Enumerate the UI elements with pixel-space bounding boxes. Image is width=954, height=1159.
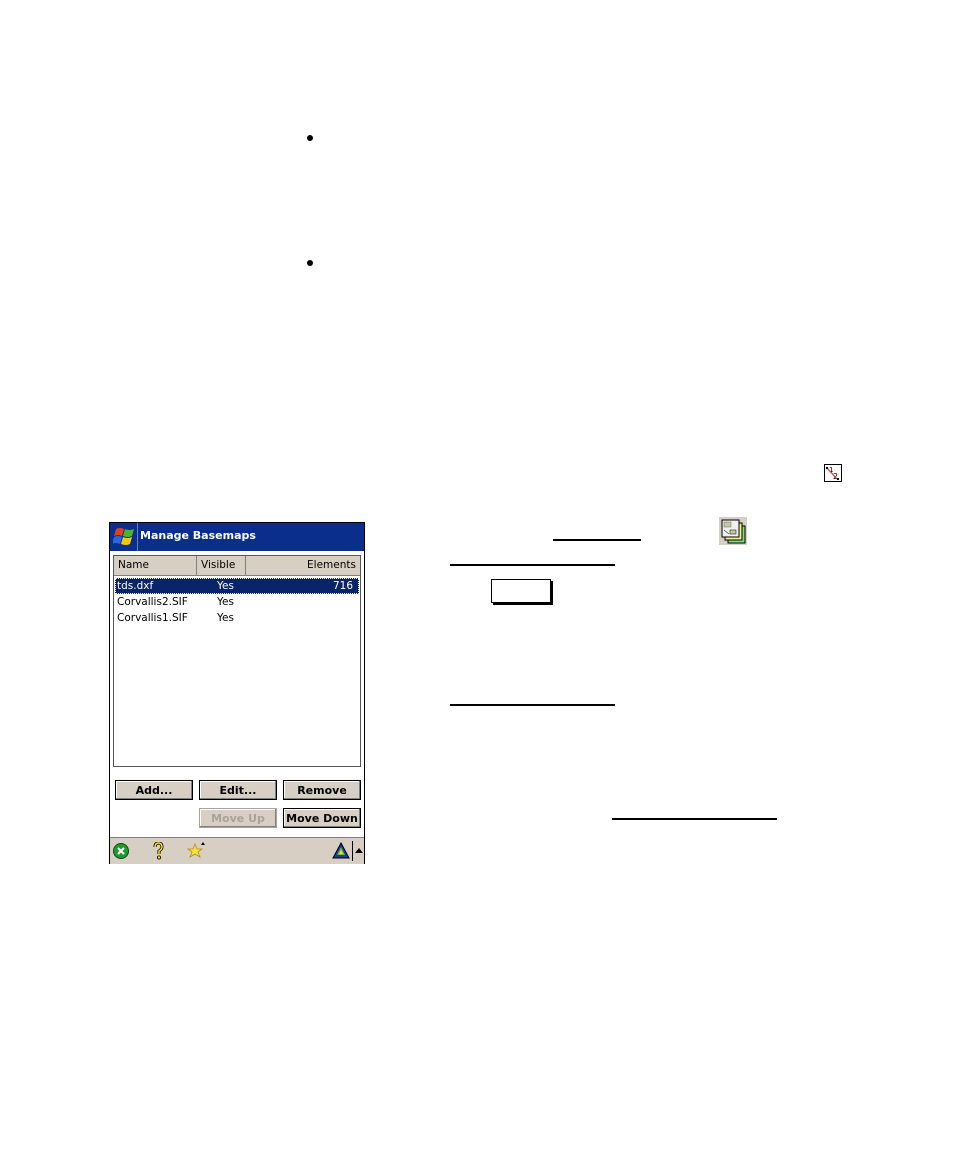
column-header-elements[interactable]: Elements (246, 556, 360, 575)
list-header: Name Visible Elements (114, 556, 360, 576)
taskbar (110, 837, 364, 864)
move-down-button[interactable]: Move Down (283, 808, 361, 828)
title-separator (137, 523, 138, 551)
row-elements: 716 (332, 580, 353, 592)
link-underline-3[interactable] (450, 704, 615, 706)
remove-button[interactable]: Remove (283, 780, 361, 800)
close-icon[interactable] (113, 843, 129, 859)
row-visible: Yes (217, 612, 234, 624)
row-name: Corvallis1.SIF (117, 612, 188, 624)
column-header-visible[interactable]: Visible (197, 556, 246, 575)
favorites-icon[interactable] (186, 841, 206, 860)
windows-flag-icon[interactable] (113, 526, 137, 548)
menu-up-arrow-icon[interactable] (355, 848, 363, 853)
link-underline-4[interactable] (612, 818, 777, 820)
add-button[interactable]: Add... (115, 780, 193, 800)
window-title: Manage Basemaps (140, 529, 256, 542)
row-visible: Yes (217, 596, 234, 608)
help-icon[interactable] (152, 842, 164, 860)
inline-button-placeholder (491, 579, 551, 603)
basemap-list[interactable]: Name Visible Elements tds.dxf Yes 716 Co… (113, 555, 361, 767)
row-name: Corvallis2.SIF (117, 596, 188, 608)
column-header-name[interactable]: Name (114, 556, 197, 575)
title-bar: Manage Basemaps (110, 523, 364, 551)
list-row[interactable]: Corvallis1.SIF Yes (115, 610, 359, 626)
taskbar-divider (352, 841, 353, 861)
move-up-button[interactable]: Move Up (199, 808, 277, 828)
list-row[interactable]: Corvallis2.SIF Yes (115, 594, 359, 610)
link-underline-1[interactable] (553, 539, 641, 541)
manage-basemaps-window: Manage Basemaps Name Visible Elements td… (109, 522, 365, 864)
gps-icon[interactable] (332, 842, 350, 859)
bullet-1 (307, 135, 313, 141)
bullet-2 (307, 260, 313, 266)
edit-button[interactable]: Edit... (199, 780, 277, 800)
link-underline-2[interactable] (450, 564, 615, 566)
row-visible: Yes (217, 580, 234, 592)
snap-icon: 1 2 (824, 464, 842, 482)
basemap-layers-icon (719, 517, 747, 545)
list-row[interactable]: tds.dxf Yes 716 (115, 578, 359, 594)
row-name: tds.dxf (117, 580, 154, 592)
